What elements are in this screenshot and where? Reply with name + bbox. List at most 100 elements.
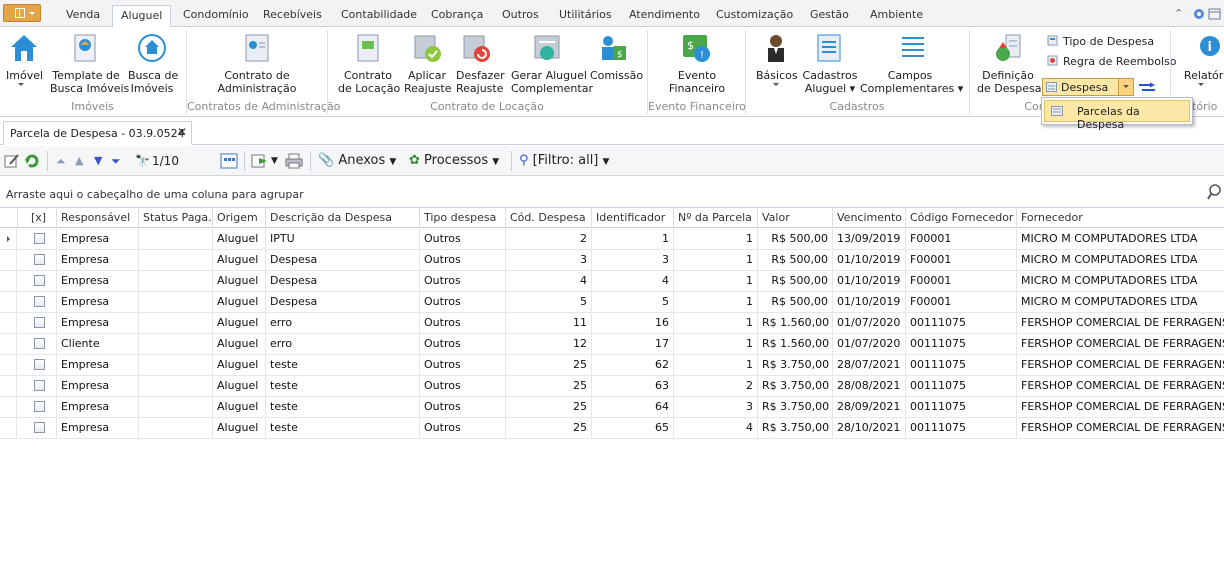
cell-cod[interactable]: 4 xyxy=(506,271,592,291)
column-header-responsavel[interactable]: Responsável xyxy=(57,208,139,228)
cell-origem[interactable]: Aluguel xyxy=(213,250,266,270)
cell-descricao[interactable]: teste xyxy=(266,376,420,396)
cell-cod-forn[interactable]: 00111075 xyxy=(906,397,1017,417)
cell-cod-forn[interactable]: F00001 xyxy=(906,229,1017,249)
cell-valor[interactable]: R$ 1.560,00 xyxy=(758,334,833,354)
cell-parcela[interactable]: 1 xyxy=(674,250,758,270)
collapse-ribbon-icon[interactable]: ⌃ xyxy=(1174,7,1183,21)
cell-tipo[interactable]: Outros xyxy=(420,397,506,417)
cell-status[interactable] xyxy=(139,271,213,291)
document-tab[interactable]: Parcela de Despesa - 03.9.0524 ✕ xyxy=(3,121,192,145)
gerar-aluguel-complementar-button[interactable]: Gerar Aluguel Complementar xyxy=(511,69,593,95)
cell-parcela[interactable]: 4 xyxy=(674,418,758,438)
cell-valor[interactable]: R$ 3.750,00 xyxy=(758,376,833,396)
cell-vencimento[interactable]: 28/10/2021 xyxy=(833,418,906,438)
cell-parcela[interactable]: 1 xyxy=(674,229,758,249)
cell-ident[interactable]: 1 xyxy=(592,229,674,249)
aplicar-reajuste-button[interactable]: Aplicar Reajuste xyxy=(404,69,452,95)
cell-fornecedor[interactable]: MICRO M COMPUTADORES LTDA xyxy=(1017,250,1224,270)
cell-origem[interactable]: Aluguel xyxy=(213,355,266,375)
cell-ident[interactable]: 65 xyxy=(592,418,674,438)
template-icon[interactable] xyxy=(69,32,101,64)
cell-fornecedor[interactable]: MICRO M COMPUTADORES LTDA xyxy=(1017,292,1224,312)
cell-tipo[interactable]: Outros xyxy=(420,313,506,333)
contract-admin-icon[interactable] xyxy=(241,32,273,64)
cell-cod-forn[interactable]: F00001 xyxy=(906,292,1017,312)
cell-ident[interactable]: 63 xyxy=(592,376,674,396)
cell-vencimento[interactable]: 28/08/2021 xyxy=(833,376,906,396)
cell-descricao[interactable]: Despesa xyxy=(266,250,420,270)
tab-condominio[interactable]: Condomínio xyxy=(183,8,249,27)
row-indicator[interactable] xyxy=(0,250,17,270)
cell-ident[interactable]: 62 xyxy=(592,355,674,375)
tab-outros[interactable]: Outros xyxy=(502,8,539,27)
row-checkbox[interactable] xyxy=(34,338,45,349)
cell-fornecedor[interactable]: MICRO M COMPUTADORES LTDA xyxy=(1017,271,1224,291)
cell-cod[interactable]: 25 xyxy=(506,376,592,396)
export-icon[interactable] xyxy=(251,152,269,170)
financial-event-icon[interactable]: $ ! xyxy=(680,32,712,64)
table-row[interactable]: Empresa Aluguel teste Outros 25 63 2 R$ 3.750,0… xyxy=(0,376,1224,397)
close-icon[interactable]: ✕ xyxy=(177,125,187,139)
tab-customizacao[interactable]: Customização xyxy=(716,8,793,27)
cell-ident[interactable]: 3 xyxy=(592,250,674,270)
row-checkbox[interactable] xyxy=(34,359,45,370)
filter-button[interactable]: ⚲ [Filtro: all] ▼ xyxy=(519,152,609,170)
undo-adjustment-icon[interactable] xyxy=(460,32,492,64)
house-icon[interactable] xyxy=(8,32,40,64)
cell-valor[interactable]: R$ 500,00 xyxy=(758,229,833,249)
tab-atendimento[interactable]: Atendimento xyxy=(629,8,700,27)
cell-parcela[interactable]: 2 xyxy=(674,376,758,396)
cell-parcela[interactable]: 1 xyxy=(674,271,758,291)
cell-valor[interactable]: R$ 3.750,00 xyxy=(758,355,833,375)
table-row[interactable]: Empresa Aluguel Despesa Outros 4 4 1 R$ 500,00 0… xyxy=(0,271,1224,292)
column-header-descricao[interactable]: Descrição da Despesa xyxy=(266,208,420,228)
row-indicator[interactable] xyxy=(0,355,17,375)
cell-status[interactable] xyxy=(139,292,213,312)
cell-ident[interactable]: 17 xyxy=(592,334,674,354)
evento-financeiro-button[interactable]: Evento Financeiro xyxy=(667,69,727,95)
cell-origem[interactable]: Aluguel xyxy=(213,418,266,438)
definicao-despesa-button[interactable]: Definição de Despesa xyxy=(977,69,1041,95)
last-record-icon[interactable]: ⏷ xyxy=(111,152,121,170)
row-indicator[interactable] xyxy=(0,271,17,291)
despesa-split-button[interactable]: Despesa xyxy=(1042,78,1134,96)
cell-cod-forn[interactable]: F00001 xyxy=(906,271,1017,291)
info-icon[interactable]: i xyxy=(1194,32,1220,64)
cell-fornecedor[interactable]: FERSHOP COMERCIAL DE FERRAGENS LTDA xyxy=(1017,355,1224,375)
help-icon[interactable] xyxy=(1192,7,1206,21)
row-checkbox[interactable] xyxy=(34,233,45,244)
search-house-icon[interactable] xyxy=(136,32,168,64)
cell-fornecedor[interactable]: FERSHOP COMERCIAL DE FERRAGENS LTDA xyxy=(1017,376,1224,396)
cell-parcela[interactable]: 1 xyxy=(674,334,758,354)
first-record-icon[interactable]: ⏶ xyxy=(56,152,66,170)
column-header-fornecedor[interactable]: Fornecedor xyxy=(1017,208,1224,228)
cell-cod[interactable]: 25 xyxy=(506,355,592,375)
cell-valor[interactable]: R$ 500,00 xyxy=(758,271,833,291)
cell-status[interactable] xyxy=(139,334,213,354)
cell-fornecedor[interactable]: FERSHOP COMERCIAL DE FERRAGENS LTDA xyxy=(1017,418,1224,438)
complementary-fields-icon[interactable] xyxy=(896,32,928,64)
cell-status[interactable] xyxy=(139,250,213,270)
cell-responsavel[interactable]: Empresa xyxy=(57,292,139,312)
cell-cod[interactable]: 2 xyxy=(506,229,592,249)
calendar-grid-icon[interactable] xyxy=(220,152,238,170)
row-checkbox[interactable] xyxy=(34,296,45,307)
search-icon[interactable] xyxy=(1207,183,1221,201)
print-icon[interactable] xyxy=(285,152,303,170)
cell-tipo[interactable]: Outros xyxy=(420,271,506,291)
row-indicator[interactable] xyxy=(0,313,17,333)
window-options-icon[interactable] xyxy=(1208,7,1222,21)
cell-vencimento[interactable]: 28/09/2021 xyxy=(833,397,906,417)
row-checkbox[interactable] xyxy=(34,254,45,265)
cell-tipo[interactable]: Outros xyxy=(420,229,506,249)
chevron-down-icon[interactable]: ▼ xyxy=(271,152,278,170)
cell-responsavel[interactable]: Empresa xyxy=(57,229,139,249)
column-header-status-pagamento[interactable]: Status Paga... xyxy=(139,208,213,228)
tab-cobranca[interactable]: Cobrança xyxy=(431,8,483,27)
cell-status[interactable] xyxy=(139,313,213,333)
cell-valor[interactable]: R$ 500,00 xyxy=(758,250,833,270)
cell-origem[interactable]: Aluguel xyxy=(213,397,266,417)
cell-tipo[interactable]: Outros xyxy=(420,250,506,270)
cell-valor[interactable]: R$ 3.750,00 xyxy=(758,418,833,438)
